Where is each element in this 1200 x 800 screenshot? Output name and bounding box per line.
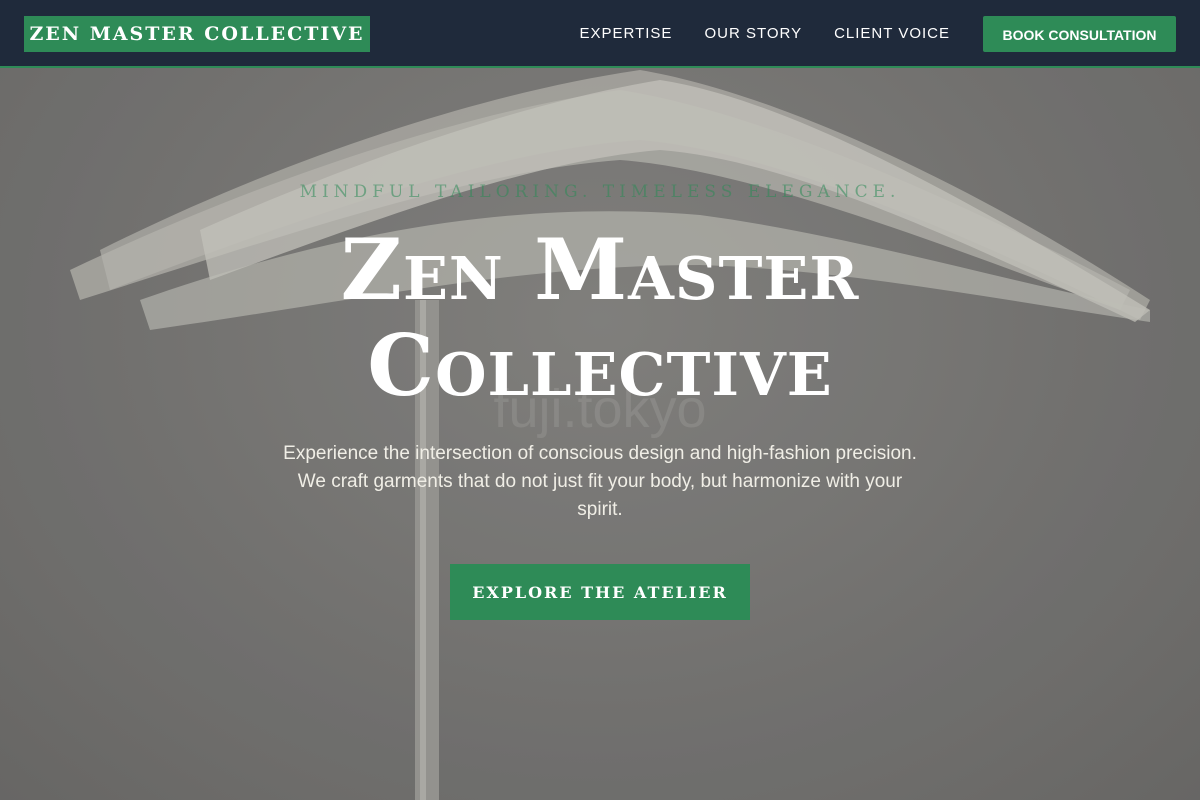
hero-title-line-2: Collective — [367, 316, 833, 415]
hero-tagline: MINDFUL TAILORING. TIMELESS ELEGANCE. — [299, 182, 901, 202]
hero-description: Experience the intersection of conscious… — [283, 443, 917, 520]
hero-title: Zen Master Collective — [0, 222, 1200, 414]
hero-section: fuji.tokyo MINDFUL TAILORING. TIMELESS E… — [0, 0, 1200, 800]
hero-title-line-1: Zen Master — [340, 220, 860, 319]
explore-atelier-button[interactable]: EXPLORE THE ATELIER — [450, 564, 750, 620]
